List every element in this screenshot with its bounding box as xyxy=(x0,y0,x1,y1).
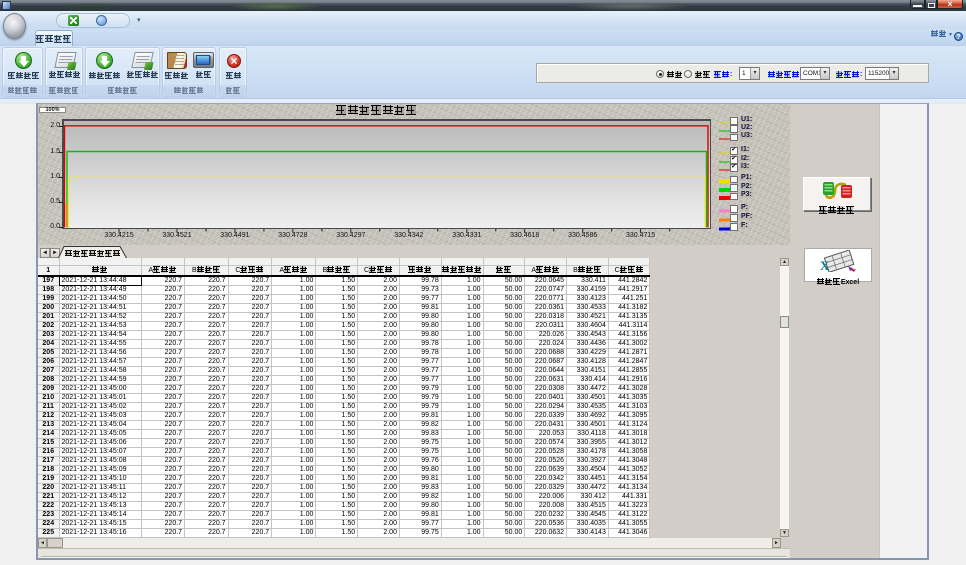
svg-text:X: X xyxy=(820,258,830,272)
